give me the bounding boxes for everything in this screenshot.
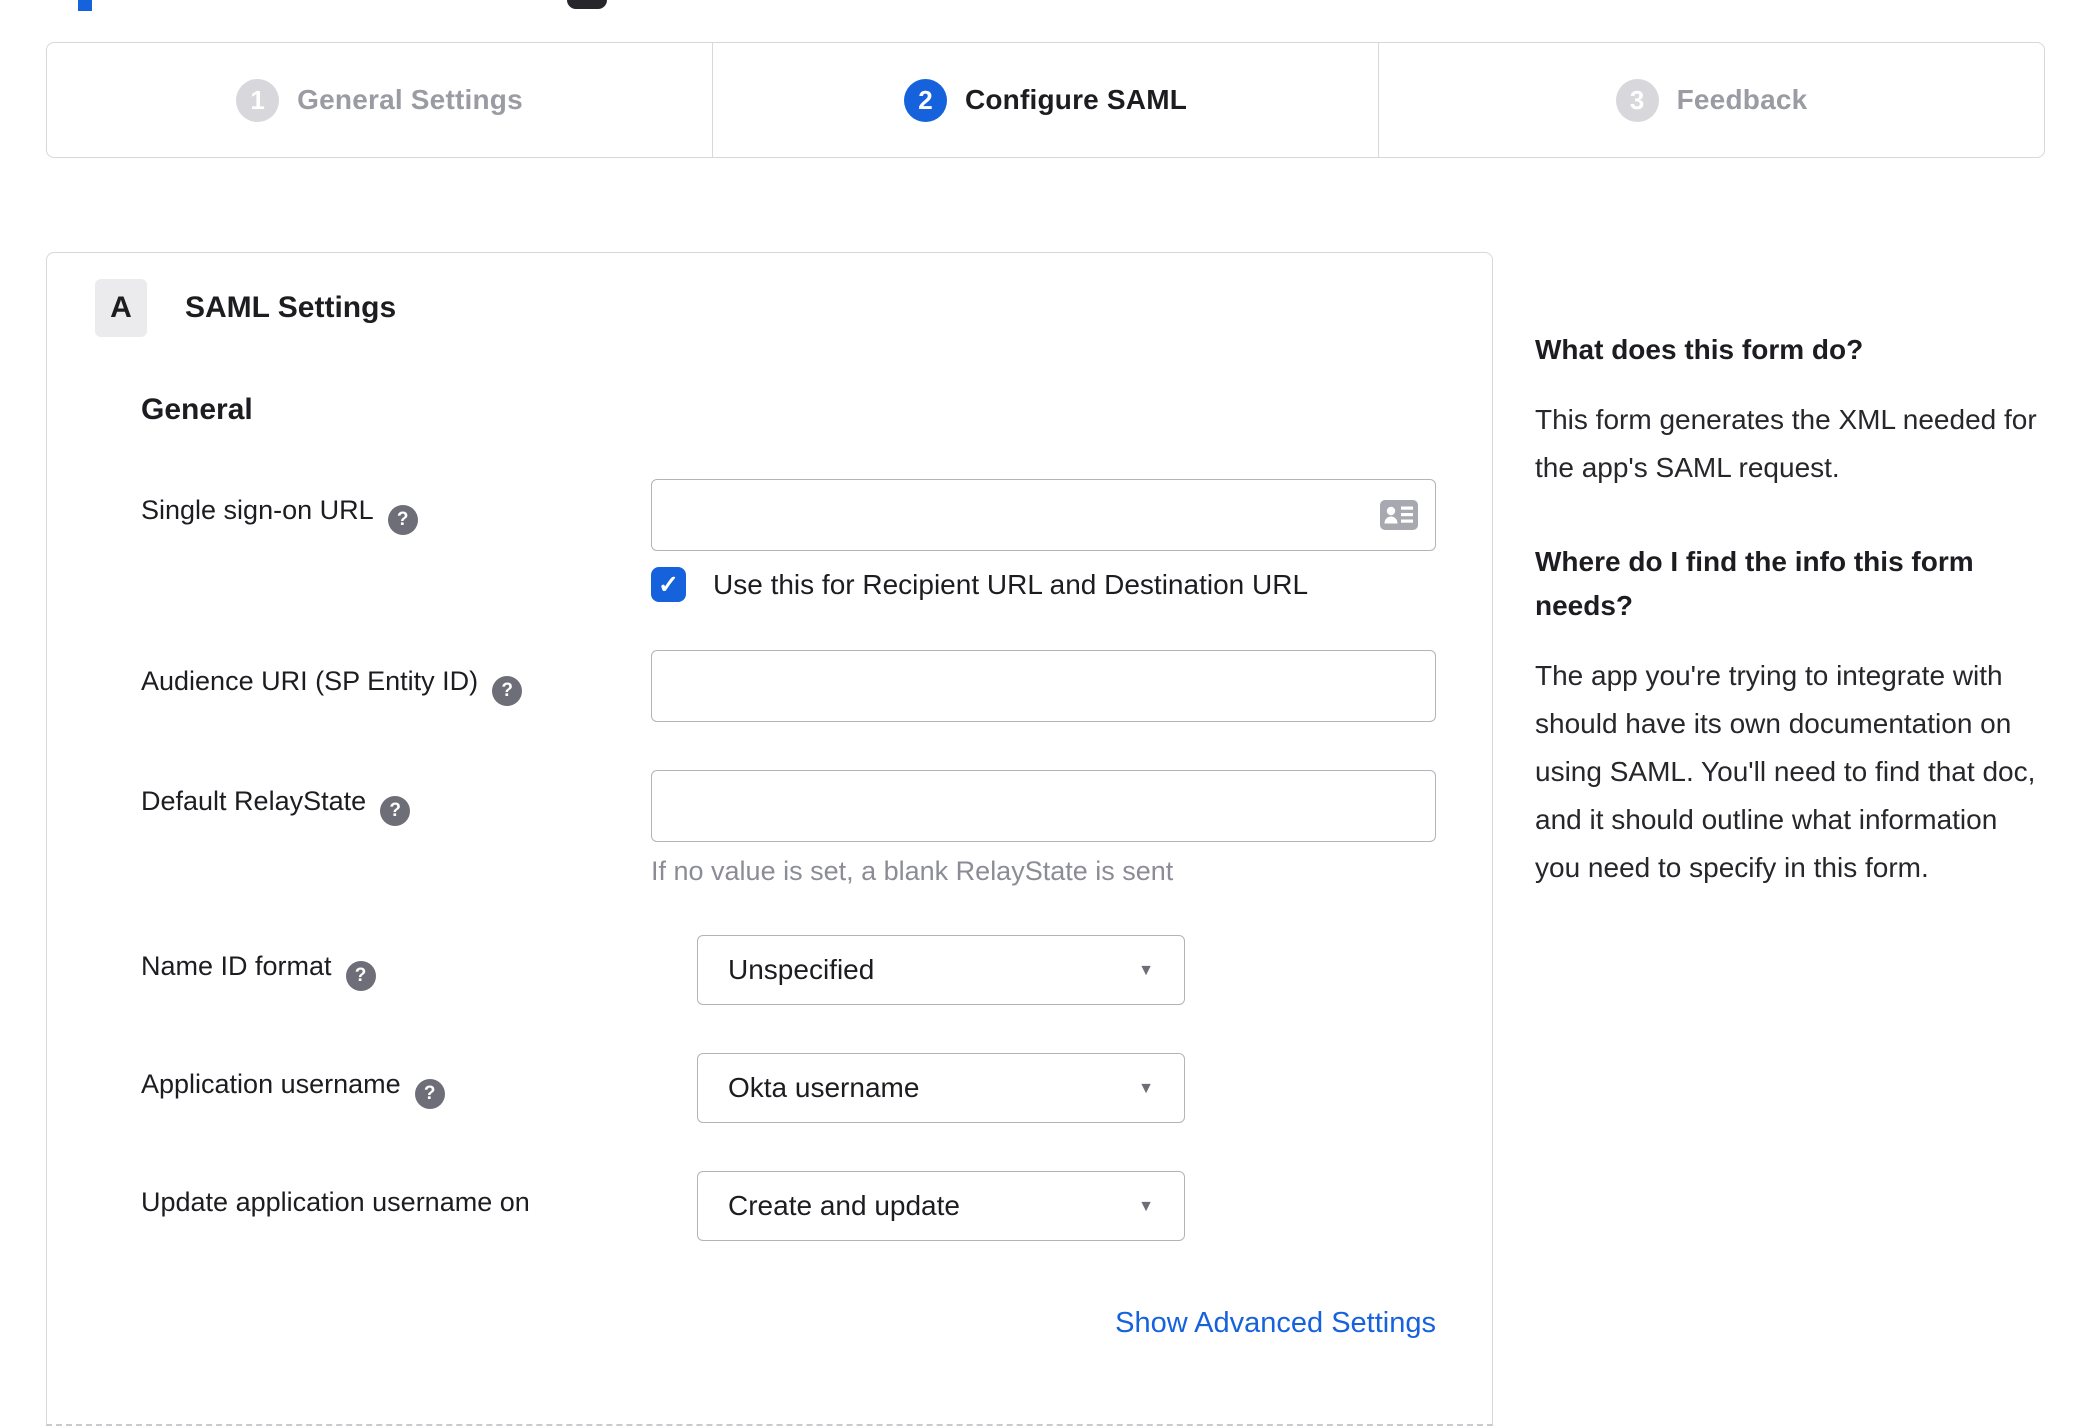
recipient-url-checkbox-label: Use this for Recipient URL and Destinati… [713,568,1309,600]
sso-url-input[interactable] [651,479,1436,551]
audience-uri-label: Audience URI (SP Entity ID)? [141,650,651,706]
update-username-control: Create and update ▼ [697,1171,1185,1241]
update-username-dropdown[interactable]: Create and update ▼ [697,1171,1185,1241]
sso-url-label-text: Single sign-on URL [141,495,374,525]
help-answer-1: This form generates the XML needed for t… [1535,404,2037,483]
step-general-settings[interactable]: 1 General Settings [47,43,713,157]
update-username-label: Update application username on [141,1171,697,1218]
step-3-number-badge: 3 [1615,78,1659,122]
application-username-label-text: Application username [141,1069,401,1099]
step-1-label: General Settings [297,84,523,115]
application-username-label: Application username? [141,1053,697,1109]
panel-title: SAML Settings [185,291,397,324]
general-section-heading: General [141,393,253,426]
section-a-badge: A [95,279,147,337]
audience-uri-input-wrap [651,650,1436,722]
update-username-label-text: Update application username on [141,1187,530,1217]
step-3-label: Feedback [1676,84,1808,115]
name-id-format-row: Name ID format? Unspecified ▼ [141,935,1436,1005]
relay-state-helper-text: If no value is set, a blank RelayState i… [651,856,1174,886]
cutoff-dark-fragment [567,0,607,9]
cutoff-blue-fragment [78,0,92,11]
application-username-value: Okta username [728,1072,920,1103]
sso-url-input-wrap [651,479,1436,551]
step-feedback[interactable]: 3 Feedback [1379,43,2044,157]
chevron-down-icon: ▼ [1138,1198,1154,1215]
sso-url-control: ✓ Use this for Recipient URL and Destina… [651,479,1436,602]
name-id-format-dropdown[interactable]: Unspecified ▼ [697,935,1185,1005]
step-2-number-badge: 2 [903,78,947,122]
advanced-settings-row: Show Advanced Settings [141,1307,1436,1340]
relay-state-input-wrap [651,770,1436,842]
update-username-row: Update application username on Create an… [141,1171,1436,1241]
saml-form: Single sign-on URL? ✓ Use this for Recip… [141,479,1436,1340]
sso-url-row: Single sign-on URL? ✓ Use this for Recip… [141,479,1436,602]
relay-state-label: Default RelayState? [141,770,651,826]
audience-uri-input[interactable] [651,650,1436,722]
chevron-down-icon: ▼ [1138,1080,1154,1097]
application-username-control: Okta username ▼ [697,1053,1185,1123]
panel-header: A SAML Settings [95,279,1436,337]
sso-url-label: Single sign-on URL? [141,479,651,535]
configure-saml-page: 1 General Settings 2 Configure SAML 3 Fe… [0,0,2092,1426]
help-answer-2: The app you're trying to integrate with … [1535,660,2036,883]
help-question-1: What does this form do? [1535,334,1864,365]
name-id-format-value: Unspecified [728,954,875,985]
name-id-format-help-icon[interactable]: ? [345,961,376,991]
saml-settings-panel: A SAML Settings General Single sign-on U… [46,252,1493,1426]
update-username-value: Create and update [728,1190,960,1221]
name-id-format-label-text: Name ID format [141,951,332,981]
relay-state-row: Default RelayState? If no value is set, … [141,770,1436,887]
step-2-label: Configure SAML [964,84,1188,115]
name-id-format-control: Unspecified ▼ [697,935,1185,1005]
step-configure-saml[interactable]: 2 Configure SAML [713,43,1379,157]
recipient-url-checkbox-row: ✓ Use this for Recipient URL and Destina… [651,567,1436,602]
relay-state-input[interactable] [651,770,1436,842]
relay-state-label-text: Default RelayState [141,786,367,816]
sso-url-help-icon[interactable]: ? [387,505,418,535]
application-username-help-icon[interactable]: ? [414,1079,445,1109]
relay-state-help-icon[interactable]: ? [380,796,411,826]
recipient-url-checkbox[interactable]: ✓ [651,567,686,602]
help-question-2: Where do I find the info this form needs… [1535,546,1974,621]
application-username-row: Application username? Okta username ▼ [141,1053,1436,1123]
relay-state-control: If no value is set, a blank RelayState i… [651,770,1436,887]
contact-card-icon [1380,500,1418,530]
chevron-down-icon: ▼ [1138,962,1154,979]
step-1-number-badge: 1 [236,78,280,122]
application-username-dropdown[interactable]: Okta username ▼ [697,1053,1185,1123]
help-sidebar: What does this form do? This form genera… [1535,328,2049,940]
audience-uri-row: Audience URI (SP Entity ID)? [141,650,1436,722]
name-id-format-label: Name ID format? [141,935,697,991]
show-advanced-settings-link[interactable]: Show Advanced Settings [1115,1307,1436,1339]
audience-uri-help-icon[interactable]: ? [492,676,523,706]
audience-uri-label-text: Audience URI (SP Entity ID) [141,666,479,696]
wizard-stepper: 1 General Settings 2 Configure SAML 3 Fe… [46,42,2045,158]
audience-uri-control [651,650,1436,722]
